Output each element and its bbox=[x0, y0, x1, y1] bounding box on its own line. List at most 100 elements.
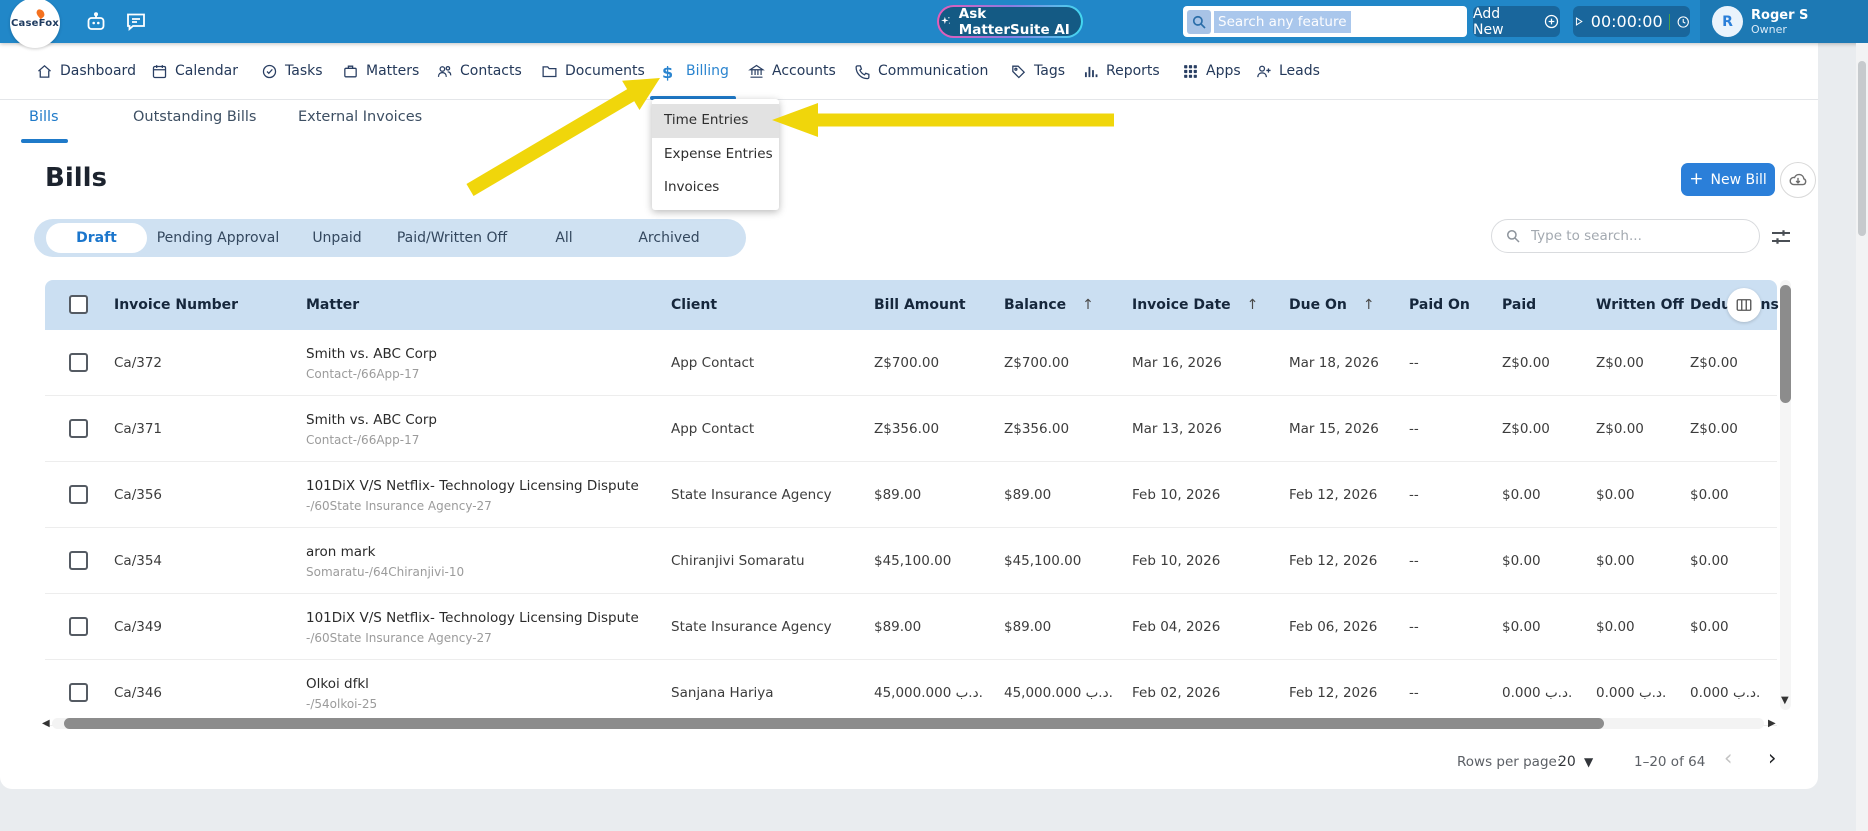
nav-item-contacts[interactable]: Contacts bbox=[436, 43, 522, 99]
cell-matter-sub: -/60State Insurance Agency-27 bbox=[306, 499, 492, 513]
user-menu[interactable]: R Roger S Owner bbox=[1700, 0, 1868, 43]
cell-due-on: Feb 06, 2026 bbox=[1289, 619, 1378, 635]
rows-per-page-value[interactable]: 20 bbox=[1558, 748, 1576, 776]
table-row[interactable]: Ca/349 101DiX V/S Netflix- Technology Lic… bbox=[45, 594, 1777, 660]
ask-ai-label: Ask MatterSuite AI bbox=[958, 5, 1070, 38]
hscroll-right-arrow[interactable]: ▶ bbox=[1768, 718, 1776, 729]
subtab-external-invoices[interactable]: External Invoices bbox=[298, 109, 422, 125]
cell-paid: $0.00 bbox=[1502, 487, 1541, 503]
row-checkbox[interactable] bbox=[69, 683, 88, 702]
cell-deductions: $0.00 bbox=[1690, 553, 1729, 569]
nav-item-leads[interactable]: Leads bbox=[1255, 43, 1320, 99]
vertical-scrollbar-thumb[interactable] bbox=[1780, 285, 1791, 403]
nav-item-communication[interactable]: Communication bbox=[854, 43, 988, 99]
nav-item-calendar[interactable]: Calendar bbox=[151, 43, 238, 99]
plus-circle-icon bbox=[1543, 13, 1560, 30]
play-icon[interactable] bbox=[1573, 15, 1585, 28]
table-search-input[interactable] bbox=[1531, 228, 1721, 244]
table-row[interactable]: Ca/354 aron mark Somaratu-/64Chiranjivi-10… bbox=[45, 528, 1777, 594]
main-nav: Dashboard Calendar Tasks Matters Contacts Doc… bbox=[0, 43, 1818, 100]
cell-paid-on: -- bbox=[1409, 487, 1419, 503]
nav-item-accounts[interactable]: Accounts bbox=[748, 43, 836, 99]
filter-archived[interactable]: Archived bbox=[638, 219, 699, 257]
next-page-button[interactable]: › bbox=[1768, 746, 1776, 770]
select-all-checkbox[interactable] bbox=[69, 295, 88, 314]
briefcase-icon bbox=[342, 63, 359, 80]
cell-bill: 45,000.000 د.ب. bbox=[874, 685, 983, 701]
ask-mattersuite-ai-button[interactable]: Ask MatterSuite AI bbox=[937, 5, 1083, 38]
filter-draft[interactable]: Draft bbox=[46, 223, 147, 253]
nav-label: Tasks bbox=[285, 63, 323, 79]
filter-unpaid[interactable]: Unpaid bbox=[312, 219, 361, 257]
row-checkbox[interactable] bbox=[69, 485, 88, 504]
filter-all[interactable]: All bbox=[555, 219, 572, 257]
columns-icon[interactable] bbox=[1727, 288, 1761, 322]
column-header-balance[interactable]: Balance ↑ bbox=[1004, 280, 1094, 330]
cell-matter-sub: -/60State Insurance Agency-27 bbox=[306, 631, 492, 645]
row-checkbox[interactable] bbox=[69, 353, 88, 372]
column-header-due-on[interactable]: Due On ↑ bbox=[1289, 280, 1375, 330]
cell-matter-title: Smith vs. ABC Corp bbox=[306, 412, 437, 428]
chat-icon[interactable] bbox=[124, 10, 148, 34]
row-checkbox[interactable] bbox=[69, 617, 88, 636]
sort-up-icon[interactable]: ↑ bbox=[1247, 297, 1259, 313]
nav-item-tags[interactable]: Tags bbox=[1010, 43, 1065, 99]
prev-page-button[interactable]: ‹ bbox=[1724, 746, 1732, 770]
menu-item-time-entries[interactable]: Time Entries bbox=[652, 104, 779, 138]
sparkle-icon bbox=[939, 14, 952, 29]
clock-icon[interactable] bbox=[1676, 14, 1690, 30]
table-row[interactable]: Ca/346 Olkoi dfkl -/54olkoi-25 Sanjana Hari… bbox=[45, 660, 1777, 726]
sort-up-icon[interactable]: ↑ bbox=[1082, 297, 1094, 313]
subtab-outstanding-bills[interactable]: Outstanding Bills bbox=[133, 109, 256, 125]
home-icon bbox=[36, 63, 53, 80]
new-bill-button[interactable]: + New Bill bbox=[1681, 163, 1775, 196]
row-checkbox[interactable] bbox=[69, 419, 88, 438]
column-header-invoice-date[interactable]: Invoice Date ↑ bbox=[1132, 280, 1258, 330]
user-name: Roger S bbox=[1751, 7, 1809, 23]
robot-icon[interactable] bbox=[84, 10, 108, 34]
horizontal-scrollbar-thumb[interactable] bbox=[64, 718, 1604, 729]
menu-item-invoices[interactable]: Invoices bbox=[652, 171, 779, 205]
column-header-invoice-number: Invoice Number bbox=[114, 297, 239, 313]
cell-written-off: Z$0.00 bbox=[1596, 421, 1644, 437]
cell-matter-title: 101DiX V/S Netflix- Technology Licensing… bbox=[306, 610, 639, 626]
caret-down-icon[interactable]: ▼ bbox=[1584, 748, 1593, 776]
filter-paid-written-off[interactable]: Paid/Written Off bbox=[397, 219, 507, 257]
nav-item-matters[interactable]: Matters bbox=[342, 43, 419, 99]
cell-written-off: $0.00 bbox=[1596, 619, 1635, 635]
table-row[interactable]: Ca/371 Smith vs. ABC Corp Contact-/66App-1… bbox=[45, 396, 1777, 462]
nav-item-apps[interactable]: Apps bbox=[1182, 43, 1241, 99]
subtab-bills[interactable]: Bills bbox=[29, 109, 59, 125]
nav-item-reports[interactable]: Reports bbox=[1082, 43, 1160, 99]
cell-matter-sub: Somaratu-/64Chiranjivi-10 bbox=[306, 565, 465, 579]
page-title: Bills bbox=[45, 163, 108, 193]
add-new-button[interactable]: Add New bbox=[1473, 6, 1560, 38]
vscroll-down-arrow[interactable]: ▼ bbox=[1781, 695, 1789, 706]
cell-paid: Z$0.00 bbox=[1502, 355, 1550, 371]
cloud-download-button[interactable] bbox=[1780, 162, 1816, 198]
nav-item-billing[interactable]: $ Billing bbox=[662, 43, 729, 99]
filter-pending-approval[interactable]: Pending Approval bbox=[157, 219, 280, 257]
table-row[interactable]: Ca/356 101DiX V/S Netflix- Technology Lic… bbox=[45, 462, 1777, 528]
casefox-logo[interactable]: CaseFox bbox=[10, 0, 60, 48]
hscroll-left-arrow[interactable]: ◀ bbox=[42, 718, 50, 729]
sort-up-icon[interactable]: ↑ bbox=[1363, 297, 1375, 313]
cell-due-on: Mar 18, 2026 bbox=[1289, 355, 1379, 371]
timer-widget[interactable]: 00:00:00 bbox=[1573, 6, 1690, 37]
table-row[interactable]: Ca/372 Smith vs. ABC Corp Contact-/66App-1… bbox=[45, 330, 1777, 396]
row-checkbox[interactable] bbox=[69, 551, 88, 570]
cell-bill: $89.00 bbox=[874, 487, 922, 503]
page-scrollbar-thumb[interactable] bbox=[1858, 61, 1866, 236]
filter-sliders-icon[interactable] bbox=[1769, 225, 1793, 249]
nav-item-dashboard[interactable]: Dashboard bbox=[36, 43, 136, 99]
cell-deductions: $0.00 bbox=[1690, 487, 1729, 503]
nav-item-tasks[interactable]: Tasks bbox=[261, 43, 323, 99]
nav-item-documents[interactable]: Documents bbox=[541, 43, 645, 99]
user-avatar[interactable]: R bbox=[1712, 6, 1743, 37]
menu-item-expense-entries[interactable]: Expense Entries bbox=[652, 138, 779, 172]
cell-deductions: $0.00 bbox=[1690, 619, 1729, 635]
global-search-input[interactable]: Search any feature bbox=[1183, 6, 1467, 37]
rows-per-page-label: Rows per page: bbox=[1457, 754, 1562, 770]
nav-label: Apps bbox=[1206, 63, 1241, 79]
cell-due-on: Feb 12, 2026 bbox=[1289, 553, 1378, 569]
